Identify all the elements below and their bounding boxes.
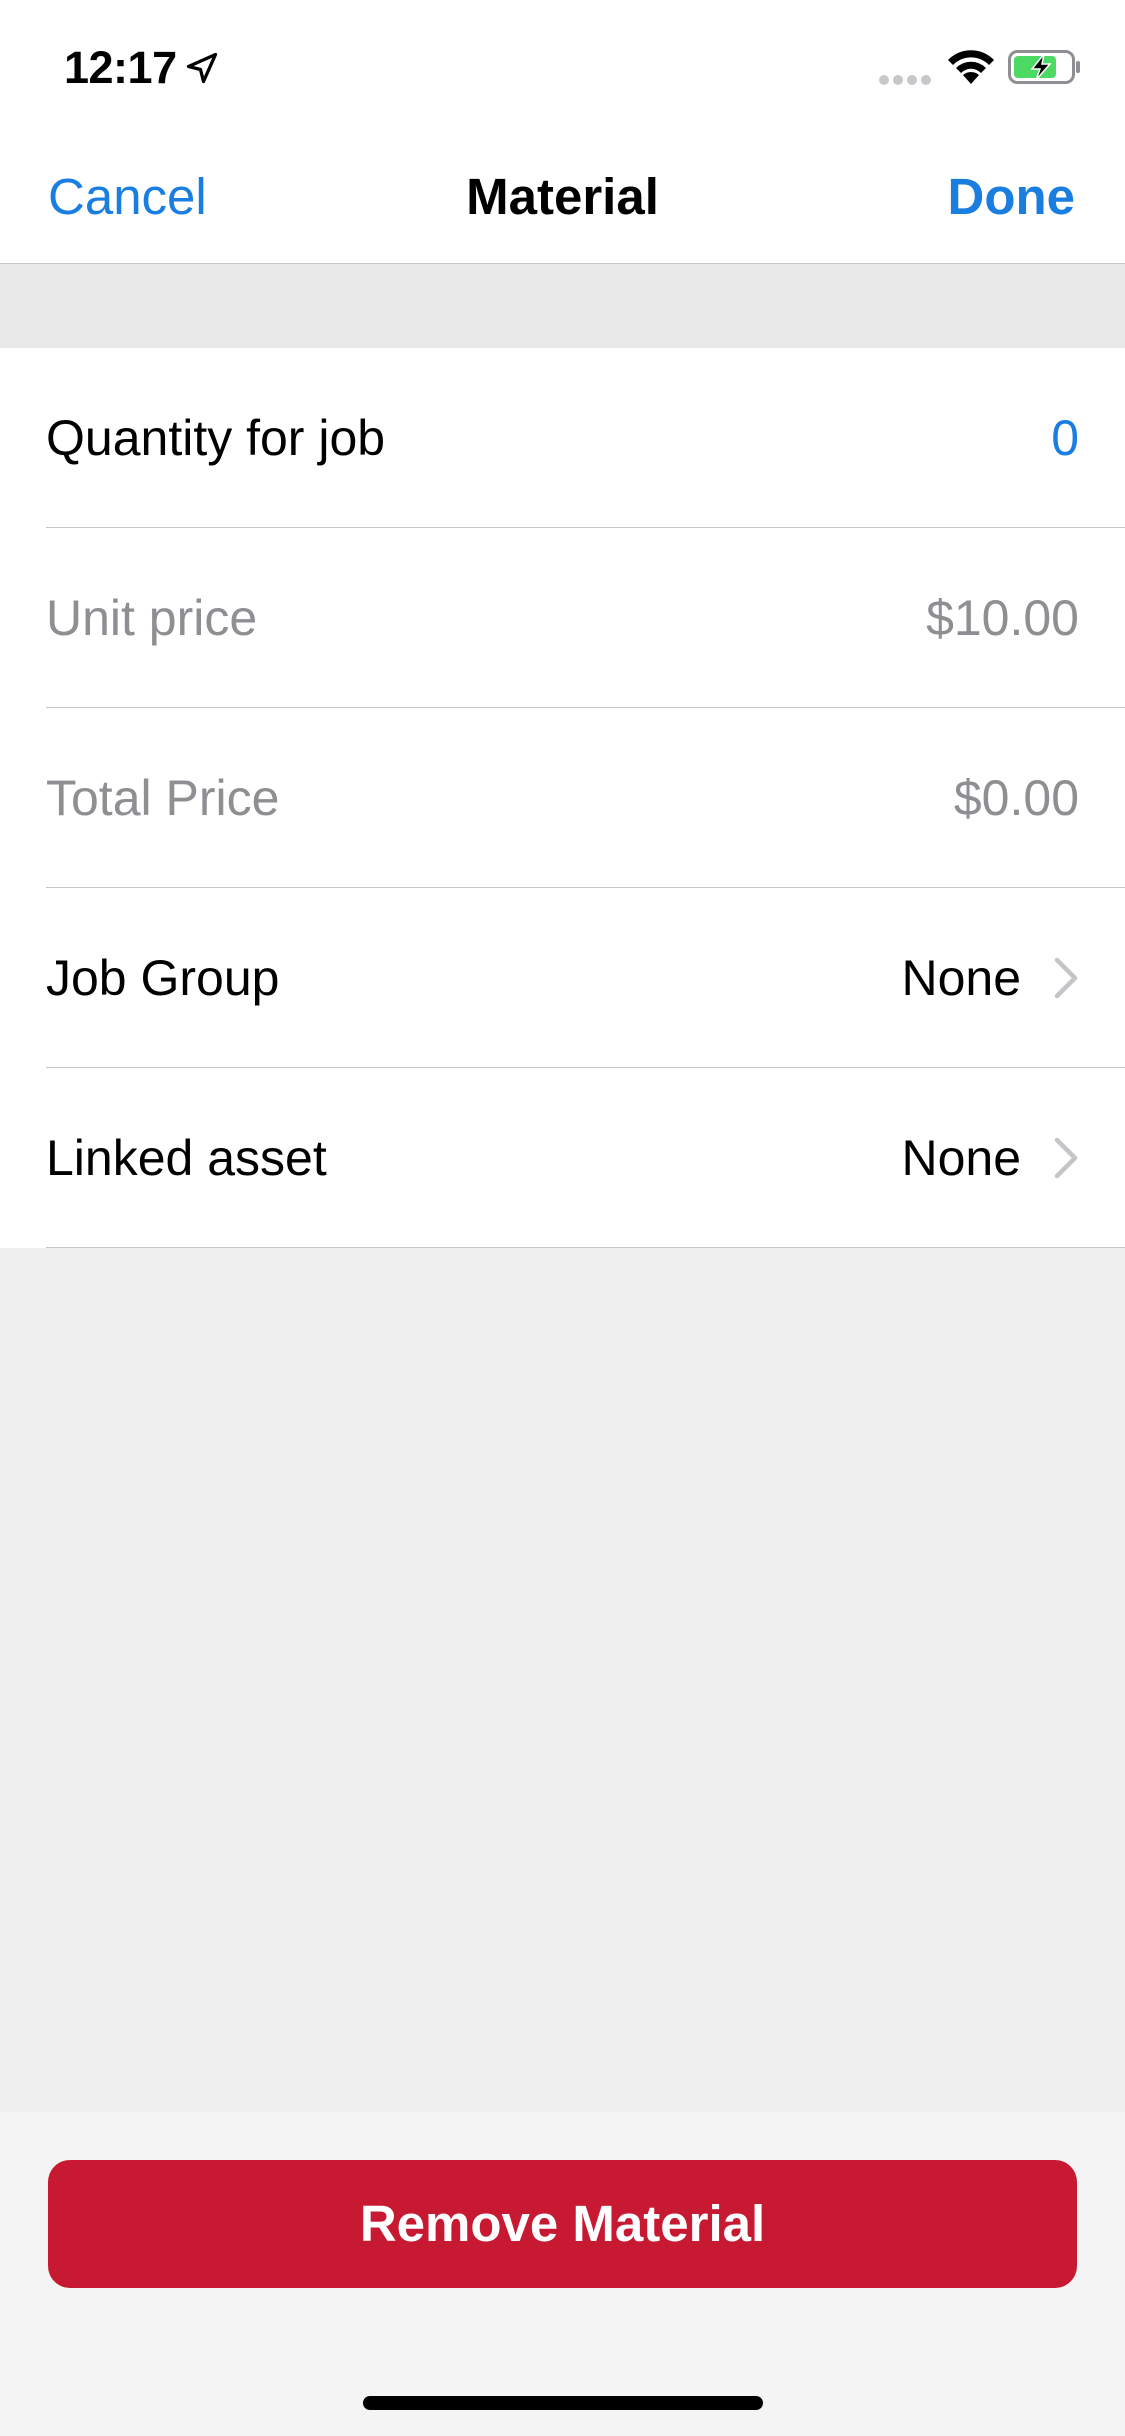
chevron-right-icon xyxy=(1054,1137,1078,1179)
quantity-label: Quantity for job xyxy=(46,410,386,466)
status-time: 12:17 xyxy=(64,42,177,93)
unit-price-row: Unit price $10.00 xyxy=(0,528,1125,708)
total-price-value: $0.00 xyxy=(953,770,1079,826)
unit-price-value: $10.00 xyxy=(926,590,1079,646)
linked-asset-label: Linked asset xyxy=(46,1130,327,1186)
quantity-input[interactable]: 0 xyxy=(1051,403,1079,473)
wifi-icon xyxy=(948,50,994,84)
location-arrow-icon xyxy=(186,52,218,84)
bottom-action-area: Remove Material xyxy=(0,2112,1125,2436)
cellular-signal-icon xyxy=(879,75,931,85)
linked-asset-value: None xyxy=(901,1130,1021,1186)
section-header-spacer xyxy=(0,264,1125,348)
battery-charging-icon xyxy=(1008,50,1080,84)
linked-asset-row[interactable]: Linked asset None xyxy=(0,1068,1125,1248)
chevron-right-icon xyxy=(1054,957,1078,999)
total-price-label: Total Price xyxy=(46,770,280,826)
material-form: Quantity for job 0 Unit price $10.00 Tot… xyxy=(0,348,1125,1248)
unit-price-label: Unit price xyxy=(46,590,258,646)
done-button[interactable]: Done xyxy=(948,162,1076,232)
job-group-row[interactable]: Job Group None xyxy=(0,888,1125,1068)
home-indicator[interactable] xyxy=(363,2396,763,2410)
job-group-value: None xyxy=(901,950,1021,1006)
total-price-row: Total Price $0.00 xyxy=(0,708,1125,888)
navigation-bar: Cancel Material Done xyxy=(0,132,1125,264)
job-group-label: Job Group xyxy=(46,950,280,1006)
quantity-row[interactable]: Quantity for job 0 xyxy=(0,348,1125,528)
remove-material-button[interactable]: Remove Material xyxy=(48,2160,1077,2288)
status-bar: 12:17 xyxy=(0,0,1125,132)
